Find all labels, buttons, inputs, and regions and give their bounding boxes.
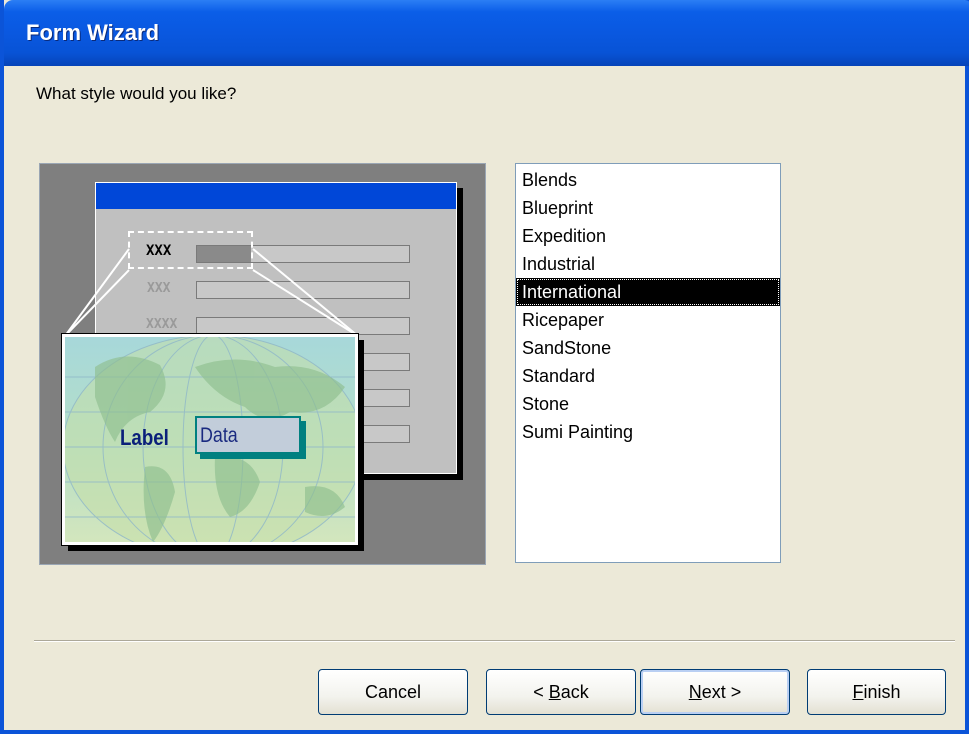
cancel-button[interactable]: Cancel xyxy=(318,669,468,715)
next-button[interactable]: Next > xyxy=(640,669,790,715)
style-item-stone[interactable]: Stone xyxy=(516,390,780,418)
style-item-ricepaper[interactable]: Ricepaper xyxy=(516,306,780,334)
window-title: Form Wizard xyxy=(26,20,160,45)
style-item-international[interactable]: International xyxy=(516,278,780,306)
style-item-industrial[interactable]: Industrial xyxy=(516,250,780,278)
style-listbox[interactable]: Blends Blueprint Expedition Industrial I… xyxy=(515,163,781,563)
style-item-sumi-painting[interactable]: Sumi Painting xyxy=(516,418,780,446)
button-separator xyxy=(34,640,955,642)
zoom-data-text: Data xyxy=(200,424,238,447)
cancel-button-label: Cancel xyxy=(364,681,422,702)
style-item-standard[interactable]: Standard xyxy=(516,362,780,390)
back-button-prefix: < xyxy=(533,681,549,702)
next-button-accel: N xyxy=(688,681,702,702)
zoom-data-box: Data xyxy=(195,416,301,454)
style-prompt: What style would you like? xyxy=(36,84,237,103)
next-button-rest: ext > xyxy=(701,681,742,702)
style-item-sandstone[interactable]: SandStone xyxy=(516,334,780,362)
back-button-accel: B xyxy=(548,681,561,702)
style-item-expedition[interactable]: Expedition xyxy=(516,222,780,250)
style-preview: XXX XXX XXXX Label Data xyxy=(39,163,486,565)
title-bar[interactable]: Form Wizard xyxy=(4,0,969,66)
style-item-blueprint[interactable]: Blueprint xyxy=(516,194,780,222)
preview-zoom: Label Data xyxy=(61,333,359,546)
finish-button-accel: F xyxy=(852,681,864,702)
finish-button[interactable]: Finish xyxy=(807,669,946,715)
back-button-rest: ack xyxy=(560,681,589,702)
back-button[interactable]: < Back xyxy=(486,669,636,715)
style-item-blends[interactable]: Blends xyxy=(516,166,780,194)
zoom-label-text: Label xyxy=(120,425,169,450)
finish-button-rest: inish xyxy=(863,681,901,702)
